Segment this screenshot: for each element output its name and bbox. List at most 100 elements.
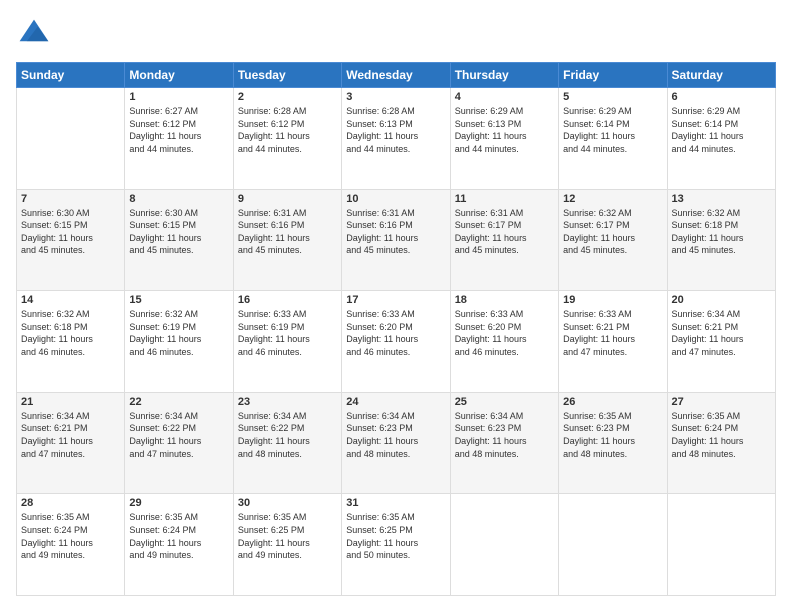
day-info: Sunrise: 6:33 AM Sunset: 6:20 PM Dayligh… <box>455 308 554 358</box>
day-header-monday: Monday <box>125 63 233 88</box>
day-cell: 4 Sunrise: 6:29 AM Sunset: 6:13 PM Daylig… <box>450 88 558 190</box>
day-number: 22 <box>129 396 228 408</box>
week-row-1: 1 Sunrise: 6:27 AM Sunset: 6:12 PM Daylig… <box>17 88 776 190</box>
day-cell: 16Sunrise: 6:33 AM Sunset: 6:19 PM Dayli… <box>233 291 341 393</box>
day-cell <box>559 494 667 596</box>
day-cell: 12Sunrise: 6:32 AM Sunset: 6:17 PM Dayli… <box>559 189 667 291</box>
day-cell: 10 Sunrise: 6:31 AM Sunset: 6:16 PM Dayli… <box>342 189 450 291</box>
day-info: Sunrise: 6:29 AM Sunset: 6:13 PM Dayligh… <box>455 105 554 155</box>
day-number: 13 <box>672 193 771 205</box>
day-info: Sunrise: 6:33 AM Sunset: 6:20 PM Dayligh… <box>346 308 445 358</box>
day-info: Sunrise: 6:31 AM Sunset: 6:16 PM Dayligh… <box>346 207 445 257</box>
day-number: 5 <box>563 91 662 103</box>
day-cell: 27Sunrise: 6:35 AM Sunset: 6:24 PM Dayli… <box>667 392 775 494</box>
day-cell <box>667 494 775 596</box>
day-number: 17 <box>346 294 445 306</box>
day-info: Sunrise: 6:34 AM Sunset: 6:22 PM Dayligh… <box>129 410 228 460</box>
day-cell: 5 Sunrise: 6:29 AM Sunset: 6:14 PM Daylig… <box>559 88 667 190</box>
day-number: 8 <box>129 193 228 205</box>
day-cell: 29 Sunrise: 6:35 AM Sunset: 6:24 PM Dayli… <box>125 494 233 596</box>
day-number: 31 <box>346 497 445 509</box>
day-number: 9 <box>238 193 337 205</box>
day-info: Sunrise: 6:30 AM Sunset: 6:15 PM Dayligh… <box>21 207 120 257</box>
day-info: Sunrise: 6:32 AM Sunset: 6:19 PM Dayligh… <box>129 308 228 358</box>
day-info: Sunrise: 6:34 AM Sunset: 6:23 PM Dayligh… <box>455 410 554 460</box>
day-cell: 8 Sunrise: 6:30 AM Sunset: 6:15 PM Daylig… <box>125 189 233 291</box>
day-info: Sunrise: 6:35 AM Sunset: 6:25 PM Dayligh… <box>238 511 337 561</box>
day-info: Sunrise: 6:27 AM Sunset: 6:12 PM Dayligh… <box>129 105 228 155</box>
day-info: Sunrise: 6:30 AM Sunset: 6:15 PM Dayligh… <box>129 207 228 257</box>
day-number: 23 <box>238 396 337 408</box>
logo-icon <box>16 16 52 52</box>
day-info: Sunrise: 6:29 AM Sunset: 6:14 PM Dayligh… <box>563 105 662 155</box>
day-cell: 7 Sunrise: 6:30 AM Sunset: 6:15 PM Daylig… <box>17 189 125 291</box>
day-info: Sunrise: 6:28 AM Sunset: 6:12 PM Dayligh… <box>238 105 337 155</box>
day-info: Sunrise: 6:34 AM Sunset: 6:23 PM Dayligh… <box>346 410 445 460</box>
calendar-table: SundayMondayTuesdayWednesdayThursdayFrid… <box>16 62 776 596</box>
day-info: Sunrise: 6:32 AM Sunset: 6:18 PM Dayligh… <box>21 308 120 358</box>
day-number: 21 <box>21 396 120 408</box>
day-cell: 6 Sunrise: 6:29 AM Sunset: 6:14 PM Daylig… <box>667 88 775 190</box>
day-cell: 22 Sunrise: 6:34 AM Sunset: 6:22 PM Dayli… <box>125 392 233 494</box>
day-cell: 9 Sunrise: 6:31 AM Sunset: 6:16 PM Daylig… <box>233 189 341 291</box>
day-info: Sunrise: 6:31 AM Sunset: 6:16 PM Dayligh… <box>238 207 337 257</box>
day-cell <box>17 88 125 190</box>
week-row-3: 14 Sunrise: 6:32 AM Sunset: 6:18 PM Dayli… <box>17 291 776 393</box>
day-cell: 2 Sunrise: 6:28 AM Sunset: 6:12 PM Daylig… <box>233 88 341 190</box>
day-number: 2 <box>238 91 337 103</box>
day-info: Sunrise: 6:34 AM Sunset: 6:21 PM Dayligh… <box>672 308 771 358</box>
header-row: SundayMondayTuesdayWednesdayThursdayFrid… <box>17 63 776 88</box>
day-info: Sunrise: 6:29 AM Sunset: 6:14 PM Dayligh… <box>672 105 771 155</box>
day-number: 14 <box>21 294 120 306</box>
day-info: Sunrise: 6:31 AM Sunset: 6:17 PM Dayligh… <box>455 207 554 257</box>
day-number: 27 <box>672 396 771 408</box>
day-number: 6 <box>672 91 771 103</box>
day-number: 4 <box>455 91 554 103</box>
day-cell: 28Sunrise: 6:35 AM Sunset: 6:24 PM Dayli… <box>17 494 125 596</box>
day-number: 1 <box>129 91 228 103</box>
day-number: 20 <box>672 294 771 306</box>
day-number: 19 <box>563 294 662 306</box>
day-header-tuesday: Tuesday <box>233 63 341 88</box>
day-cell: 1 Sunrise: 6:27 AM Sunset: 6:12 PM Daylig… <box>125 88 233 190</box>
day-info: Sunrise: 6:34 AM Sunset: 6:21 PM Dayligh… <box>21 410 120 460</box>
day-number: 3 <box>346 91 445 103</box>
day-cell: 31 Sunrise: 6:35 AM Sunset: 6:25 PM Dayli… <box>342 494 450 596</box>
week-row-4: 21 Sunrise: 6:34 AM Sunset: 6:21 PM Dayli… <box>17 392 776 494</box>
day-number: 18 <box>455 294 554 306</box>
day-number: 7 <box>21 193 120 205</box>
day-cell: 17 Sunrise: 6:33 AM Sunset: 6:20 PM Dayli… <box>342 291 450 393</box>
day-number: 15 <box>129 294 228 306</box>
day-info: Sunrise: 6:32 AM Sunset: 6:17 PM Dayligh… <box>563 207 662 257</box>
day-info: Sunrise: 6:35 AM Sunset: 6:23 PM Dayligh… <box>563 410 662 460</box>
day-cell: 14 Sunrise: 6:32 AM Sunset: 6:18 PM Dayli… <box>17 291 125 393</box>
day-info: Sunrise: 6:32 AM Sunset: 6:18 PM Dayligh… <box>672 207 771 257</box>
day-info: Sunrise: 6:33 AM Sunset: 6:19 PM Dayligh… <box>238 308 337 358</box>
day-cell: 21 Sunrise: 6:34 AM Sunset: 6:21 PM Dayli… <box>17 392 125 494</box>
day-cell: 30 Sunrise: 6:35 AM Sunset: 6:25 PM Dayli… <box>233 494 341 596</box>
day-cell: 24 Sunrise: 6:34 AM Sunset: 6:23 PM Dayli… <box>342 392 450 494</box>
day-cell: 25Sunrise: 6:34 AM Sunset: 6:23 PM Dayli… <box>450 392 558 494</box>
day-number: 29 <box>129 497 228 509</box>
day-number: 10 <box>346 193 445 205</box>
day-header-friday: Friday <box>559 63 667 88</box>
logo <box>16 16 56 52</box>
day-cell: 13 Sunrise: 6:32 AM Sunset: 6:18 PM Dayli… <box>667 189 775 291</box>
day-info: Sunrise: 6:33 AM Sunset: 6:21 PM Dayligh… <box>563 308 662 358</box>
day-info: Sunrise: 6:28 AM Sunset: 6:13 PM Dayligh… <box>346 105 445 155</box>
day-header-saturday: Saturday <box>667 63 775 88</box>
week-row-2: 7 Sunrise: 6:30 AM Sunset: 6:15 PM Daylig… <box>17 189 776 291</box>
header <box>16 16 776 52</box>
day-cell: 26Sunrise: 6:35 AM Sunset: 6:23 PM Dayli… <box>559 392 667 494</box>
day-number: 28 <box>21 497 120 509</box>
day-cell: 23Sunrise: 6:34 AM Sunset: 6:22 PM Dayli… <box>233 392 341 494</box>
day-cell: 15 Sunrise: 6:32 AM Sunset: 6:19 PM Dayli… <box>125 291 233 393</box>
day-info: Sunrise: 6:35 AM Sunset: 6:25 PM Dayligh… <box>346 511 445 561</box>
day-number: 24 <box>346 396 445 408</box>
day-cell: 3 Sunrise: 6:28 AM Sunset: 6:13 PM Daylig… <box>342 88 450 190</box>
day-info: Sunrise: 6:35 AM Sunset: 6:24 PM Dayligh… <box>129 511 228 561</box>
day-number: 30 <box>238 497 337 509</box>
day-header-wednesday: Wednesday <box>342 63 450 88</box>
week-row-5: 28 Sunrise: 6:35 AM Sunset: 6:24 PM Dayli… <box>17 494 776 596</box>
day-cell: 11Sunrise: 6:31 AM Sunset: 6:17 PM Dayli… <box>450 189 558 291</box>
